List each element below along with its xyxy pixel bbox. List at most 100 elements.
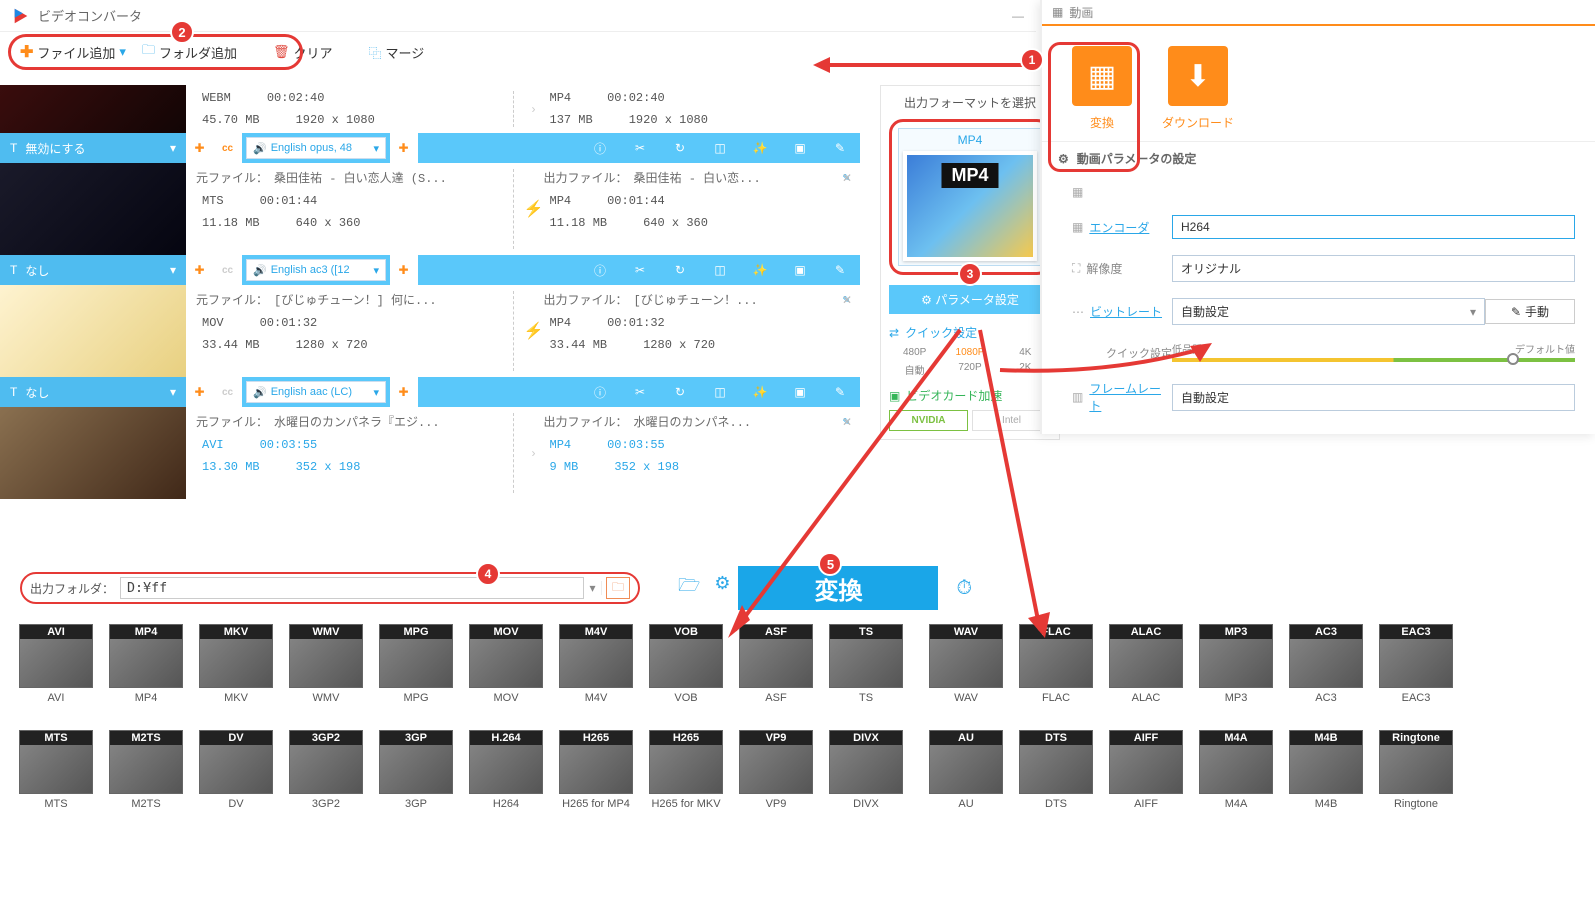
- add-file-button[interactable]: ✚ ファイル追加 ▾: [12, 38, 134, 66]
- format-tile-m4v[interactable]: M4V: [554, 624, 638, 704]
- rotate-button[interactable]: ↻: [660, 255, 700, 285]
- encoder-label[interactable]: エンコーダ: [1089, 219, 1149, 236]
- format-tile-eac3[interactable]: EAC3: [1374, 624, 1458, 704]
- format-tile-h264[interactable]: H264: [464, 730, 548, 810]
- format-tile-h265-for-mp4[interactable]: H265 for MP4: [554, 730, 638, 810]
- effect-button[interactable]: ✨: [740, 255, 780, 285]
- add-track-button[interactable]: ✚: [186, 255, 214, 285]
- output-folder-input[interactable]: [120, 577, 584, 599]
- clear-button[interactable]: 🗑 クリア: [265, 39, 341, 66]
- video-thumbnail[interactable]: [0, 407, 186, 499]
- rotate-button[interactable]: ↻: [660, 133, 700, 163]
- resolution-select[interactable]: オリジナル: [1172, 255, 1575, 282]
- format-tile-vp9[interactable]: VP9: [734, 730, 818, 810]
- format-tile-au[interactable]: AU: [924, 730, 1008, 810]
- format-tile-flac[interactable]: FLAC: [1014, 624, 1098, 704]
- schedule-button[interactable]: ⏱: [956, 577, 972, 600]
- format-tile-divx[interactable]: DIVX: [824, 730, 908, 810]
- browse-folder-button[interactable]: 🗀: [606, 577, 630, 599]
- add-audio-button[interactable]: ✚: [390, 133, 418, 163]
- bitrate-label[interactable]: ビットレート: [1090, 303, 1162, 320]
- crop-button[interactable]: ◫: [700, 133, 740, 163]
- mode-download[interactable]: ⬇ ダウンロード: [1162, 46, 1234, 131]
- format-tile-wmv[interactable]: WMV: [284, 624, 368, 704]
- add-folder-button[interactable]: 🗀 フォルダ追加: [134, 37, 245, 67]
- framerate-label[interactable]: フレームレート: [1089, 380, 1172, 414]
- dropdown-icon[interactable]: ▾: [119, 44, 126, 60]
- format-card-mp4[interactable]: MP4: [898, 128, 1042, 266]
- parameter-settings-button[interactable]: ⚙ パラメータ設定: [889, 285, 1051, 314]
- cut-button[interactable]: ✂: [620, 133, 660, 163]
- watermark-button[interactable]: ▣: [780, 255, 820, 285]
- overlay-tab-video[interactable]: ▦動画: [1042, 0, 1595, 26]
- subtitle-toggle[interactable]: Tなし▾: [0, 377, 186, 407]
- format-tile-mts[interactable]: MTS: [14, 730, 98, 810]
- add-track-button[interactable]: ✚: [186, 133, 214, 163]
- quick-opt-720p[interactable]: 720P: [944, 362, 995, 377]
- format-tile-mp4[interactable]: MP4: [104, 624, 188, 704]
- format-tile-h265-for-mkv[interactable]: H265 for MKV: [644, 730, 728, 810]
- remove-item-button[interactable]: ✕: [842, 171, 852, 185]
- audio-track-select[interactable]: 🔊English aac (LC)▾: [246, 381, 386, 403]
- quick-opt-1080p[interactable]: 1080P: [944, 347, 995, 358]
- format-tile-dv[interactable]: DV: [194, 730, 278, 810]
- quick-opt-auto[interactable]: 自動: [889, 362, 940, 377]
- rotate-button[interactable]: ↻: [660, 377, 700, 407]
- add-track-button[interactable]: ✚: [186, 377, 214, 407]
- edit-button[interactable]: ✎: [820, 133, 860, 163]
- format-tile-mpg[interactable]: MPG: [374, 624, 458, 704]
- manual-button[interactable]: ✎手動: [1485, 299, 1575, 324]
- slider-knob[interactable]: [1507, 353, 1519, 365]
- convert-button[interactable]: 5 変換: [738, 566, 938, 610]
- minimize-button[interactable]: —: [1012, 9, 1024, 23]
- audio-track-select[interactable]: 🔊English opus, 48▾: [246, 137, 386, 159]
- crop-button[interactable]: ◫: [700, 255, 740, 285]
- format-tile-m4b[interactable]: M4B: [1284, 730, 1368, 810]
- format-tile-3gp[interactable]: 3GP: [374, 730, 458, 810]
- cut-button[interactable]: ✂: [620, 377, 660, 407]
- encoder-select[interactable]: H264: [1172, 215, 1575, 239]
- format-tile-aiff[interactable]: AIFF: [1104, 730, 1188, 810]
- crop-button[interactable]: ◫: [700, 377, 740, 407]
- add-audio-button[interactable]: ✚: [390, 377, 418, 407]
- info-button[interactable]: ⓘ: [580, 255, 620, 285]
- merge-button[interactable]: ⿻ マージ: [361, 39, 433, 66]
- settings-button[interactable]: ⚙: [714, 573, 730, 603]
- format-tile-avi[interactable]: AVI: [14, 624, 98, 704]
- format-tile-vob[interactable]: VOB: [644, 624, 728, 704]
- format-tile-mov[interactable]: MOV: [464, 624, 548, 704]
- mode-convert[interactable]: ▦ 変換: [1072, 46, 1132, 131]
- watermark-button[interactable]: ▣: [780, 377, 820, 407]
- subtitle-toggle[interactable]: Tなし▾: [0, 255, 186, 285]
- format-tile-ts[interactable]: TS: [824, 624, 908, 704]
- format-tile-ringtone[interactable]: Ringtone: [1374, 730, 1458, 810]
- remove-item-button[interactable]: ✕: [842, 293, 852, 307]
- quality-slider[interactable]: 低品質デフォルト値: [1172, 341, 1575, 364]
- cut-button[interactable]: ✂: [620, 255, 660, 285]
- framerate-select[interactable]: 自動設定: [1172, 384, 1575, 411]
- bitrate-select[interactable]: 自動設定▾: [1172, 298, 1485, 325]
- video-thumbnail[interactable]: [0, 163, 186, 255]
- audio-track-select[interactable]: 🔊English ac3 ([12▾: [246, 259, 386, 281]
- open-folder-button[interactable]: 🗁: [678, 573, 700, 603]
- video-thumbnail[interactable]: [0, 285, 186, 377]
- format-tile-mkv[interactable]: MKV: [194, 624, 278, 704]
- subtitle-toggle[interactable]: T無効にする▾: [0, 133, 186, 163]
- subtitle-cc-button[interactable]: cc: [214, 133, 242, 163]
- video-thumbnail[interactable]: [0, 85, 186, 133]
- info-button[interactable]: ⓘ: [580, 133, 620, 163]
- format-tile-wav[interactable]: WAV: [924, 624, 1008, 704]
- effect-button[interactable]: ✨: [740, 133, 780, 163]
- output-folder-dropdown[interactable]: ▾: [584, 581, 602, 595]
- edit-button[interactable]: ✎: [820, 255, 860, 285]
- format-tile-alac[interactable]: ALAC: [1104, 624, 1188, 704]
- remove-item-button[interactable]: ✕: [842, 415, 852, 429]
- add-audio-button[interactable]: ✚: [390, 255, 418, 285]
- format-tile-mp3[interactable]: MP3: [1194, 624, 1278, 704]
- subtitle-cc-button[interactable]: cc: [214, 377, 242, 407]
- format-tile-ac3[interactable]: AC3: [1284, 624, 1368, 704]
- edit-button[interactable]: ✎: [820, 377, 860, 407]
- format-tile-m2ts[interactable]: M2TS: [104, 730, 188, 810]
- format-tile-3gp2[interactable]: 3GP2: [284, 730, 368, 810]
- format-tile-asf[interactable]: ASF: [734, 624, 818, 704]
